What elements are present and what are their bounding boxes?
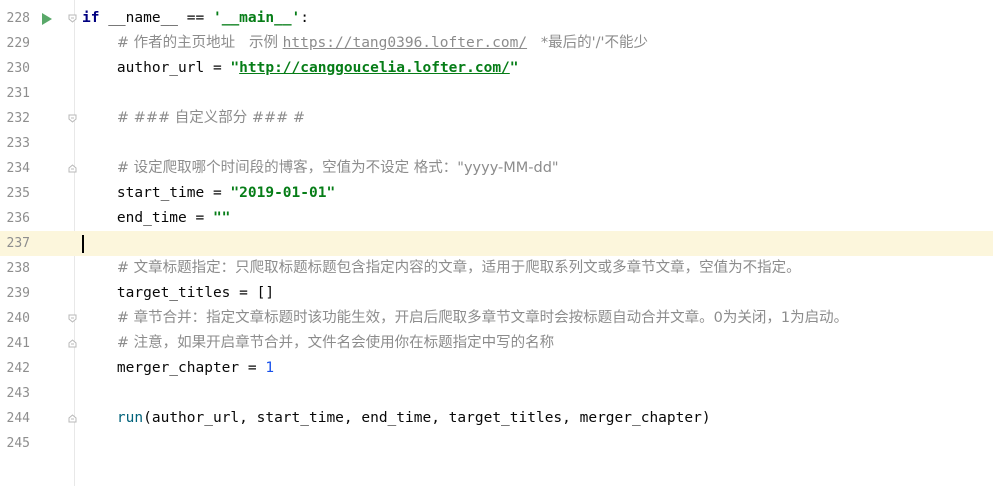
code-line-242[interactable]: 242 merger_chapter = 1 xyxy=(0,356,993,381)
line-number: 231 xyxy=(6,86,30,101)
code-text: if __name__ == '__main__': xyxy=(82,10,310,26)
code-line-236[interactable]: 236 end_time = "" xyxy=(0,206,993,231)
code-line-243[interactable]: 243 xyxy=(0,381,993,406)
code-line-238[interactable]: 238 # 文章标题指定：只爬取标题标题包含指定内容的文章，适用于爬取系列文或多… xyxy=(0,256,993,281)
code-text: run(author_url, start_time, end_time, ta… xyxy=(116,410,711,426)
fold-open-icon[interactable] xyxy=(68,314,77,323)
code-text: # 设定爬取哪个时间段的博客，空值为不设定 格式："yyyy-MM-dd" xyxy=(116,160,559,176)
line-number: 241 xyxy=(6,336,30,351)
code-line-228[interactable]: 228 if __name__ == '__main__': xyxy=(0,6,993,31)
fold-close-icon[interactable] xyxy=(68,339,77,348)
code-text: # 注意，如果开启章节合并，文件名会使用你在标题指定中写的名称 xyxy=(116,335,555,351)
code-line-229[interactable]: 229 # 作者的主页地址 示例 https://tang0396.lofter… xyxy=(0,31,993,56)
line-number: 240 xyxy=(6,311,30,326)
code-line-245[interactable]: 245 xyxy=(0,431,993,456)
line-number: 245 xyxy=(6,436,30,451)
current-line-237[interactable]: 237 xyxy=(0,231,993,256)
code-line-239[interactable]: 239 target_titles = [] xyxy=(0,281,993,306)
code-text: target_titles = [] xyxy=(116,285,275,301)
line-number: 238 xyxy=(6,261,30,276)
line-number: 232 xyxy=(6,111,30,126)
code-text: author_url = "http://canggoucelia.lofter… xyxy=(116,60,519,76)
line-number: 229 xyxy=(6,36,30,51)
line-number: 244 xyxy=(6,411,30,426)
code-text: # 作者的主页地址 示例 https://tang0396.lofter.com… xyxy=(116,35,648,51)
code-line-231[interactable]: 231 xyxy=(0,81,993,106)
code-editor[interactable]: 228 if __name__ == '__main__': 229 # 作者的… xyxy=(0,0,993,486)
line-number: 234 xyxy=(6,161,30,176)
code-text: end_time = "" xyxy=(116,210,231,226)
comment-url-link[interactable]: https://tang0396.lofter.com/ xyxy=(283,35,527,51)
code-text: # 文章标题指定：只爬取标题标题包含指定内容的文章，适用于爬取系列文或多章节文章… xyxy=(116,260,801,276)
code-text: # ### 自定义部分 ### # xyxy=(116,110,306,126)
line-number: 230 xyxy=(6,61,30,76)
line-number: 237 xyxy=(6,236,30,251)
line-number: 236 xyxy=(6,211,30,226)
fold-open-icon[interactable] xyxy=(68,114,77,123)
line-number: 235 xyxy=(6,186,30,201)
code-line-235[interactable]: 235 start_time = "2019-01-01" xyxy=(0,181,993,206)
code-text: # 章节合并：指定文章标题时该功能生效，开启后爬取多章节文章时会按标题自动合并文… xyxy=(116,310,849,326)
line-number: 243 xyxy=(6,386,30,401)
code-line-234[interactable]: 234 # 设定爬取哪个时间段的博客，空值为不设定 格式："yyyy-MM-dd… xyxy=(0,156,993,181)
code-line-230[interactable]: 230 author_url = "http://canggoucelia.lo… xyxy=(0,56,993,81)
line-number: 239 xyxy=(6,286,30,301)
run-icon[interactable] xyxy=(42,13,52,25)
code-line-233[interactable]: 233 xyxy=(0,131,993,156)
line-number: 233 xyxy=(6,136,30,151)
line-number: 242 xyxy=(6,361,30,376)
text-caret xyxy=(82,235,84,253)
fold-open-icon[interactable] xyxy=(68,14,77,23)
code-line-241[interactable]: 241 # 注意，如果开启章节合并，文件名会使用你在标题指定中写的名称 xyxy=(0,331,993,356)
code-text: start_time = "2019-01-01" xyxy=(116,185,336,201)
fold-close-icon[interactable] xyxy=(68,164,77,173)
string-url-link[interactable]: http://canggoucelia.lofter.com/ xyxy=(239,60,510,76)
fold-close-icon[interactable] xyxy=(68,414,77,423)
code-line-232[interactable]: 232 # ### 自定义部分 ### # xyxy=(0,106,993,131)
code-text: merger_chapter = 1 xyxy=(116,360,275,376)
line-number: 228 xyxy=(6,11,30,26)
code-line-244[interactable]: 244 run(author_url, start_time, end_time… xyxy=(0,406,993,431)
code-line-240[interactable]: 240 # 章节合并：指定文章标题时该功能生效，开启后爬取多章节文章时会按标题自… xyxy=(0,306,993,331)
